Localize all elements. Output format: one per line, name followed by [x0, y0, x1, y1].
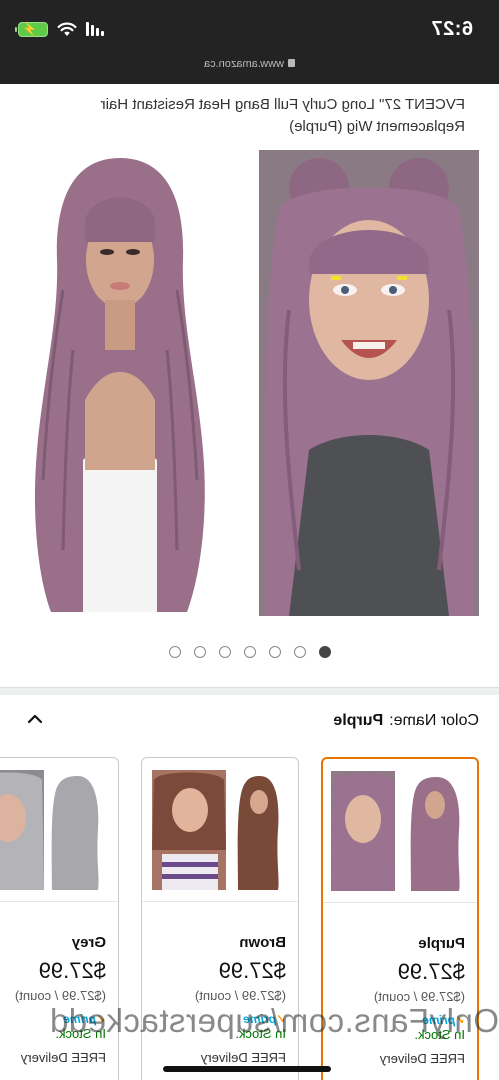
carousel-dot[interactable]: [219, 646, 231, 658]
status-icons: ⚡: [18, 20, 104, 38]
swatch-separator: [142, 901, 298, 902]
swatch-thumbnail: [152, 770, 288, 890]
swatch-name: Purple: [418, 935, 465, 952]
product-image-model[interactable]: [259, 150, 479, 616]
product-image-mannequin[interactable]: [13, 150, 227, 620]
swatch-delivery: FREE Delivery: [379, 1051, 465, 1066]
swatch-price: $27.99: [38, 958, 106, 983]
swatch-delivery: FREE Delivery: [200, 1050, 286, 1065]
swatch-price: $27.99: [218, 958, 286, 983]
signal-icon: [86, 22, 104, 36]
color-name-value: Purple: [333, 712, 384, 729]
swatch-separator: [323, 902, 477, 903]
swatch-unit-price: ($27.99 / count): [14, 988, 106, 1003]
image-carousel-dots: [169, 646, 331, 658]
swatch-price: $27.99: [397, 959, 465, 984]
swatch-thumbnail: [331, 771, 467, 891]
url-domain: www.amazon.ca: [203, 58, 285, 70]
carousel-dot[interactable]: [244, 646, 256, 658]
color-name-label: Color Name:: [389, 712, 479, 729]
swatch-name: Grey: [71, 934, 106, 951]
product-title[interactable]: FVCENT 27" Long Curly Full Bang Heat Res…: [15, 94, 465, 138]
color-name-row: Color Name: Purple: [333, 712, 479, 730]
home-indicator: [163, 1066, 331, 1072]
status-bar: 6:27 ⚡ www.amazon.ca: [0, 0, 499, 84]
lock-icon: [288, 59, 296, 67]
swatch-separator: [0, 901, 118, 902]
carousel-dot[interactable]: [269, 646, 281, 658]
swatch-thumbnail: [0, 770, 108, 890]
carousel-dot[interactable]: [319, 646, 331, 658]
swatch-delivery: FREE Delivery: [20, 1050, 106, 1065]
watermark-text: OnlyFans.com/superstackedd: [49, 1002, 499, 1039]
section-divider: [0, 687, 499, 695]
carousel-dot[interactable]: [194, 646, 206, 658]
swatch-name: Brown: [239, 934, 286, 951]
url-bar[interactable]: www.amazon.ca: [0, 58, 499, 70]
battery-icon: ⚡: [18, 21, 48, 37]
swatch-unit-price: ($27.99 / count): [194, 988, 286, 1003]
chevron-up-icon[interactable]: [26, 710, 44, 728]
carousel-dot[interactable]: [294, 646, 306, 658]
status-time: 6:27: [430, 18, 473, 40]
mirrored-screen: 6:27 ⚡ www.amazon.ca FVCENT 27" Long Cur…: [0, 0, 499, 1080]
wifi-icon: [57, 22, 77, 36]
carousel-dot[interactable]: [169, 646, 181, 658]
